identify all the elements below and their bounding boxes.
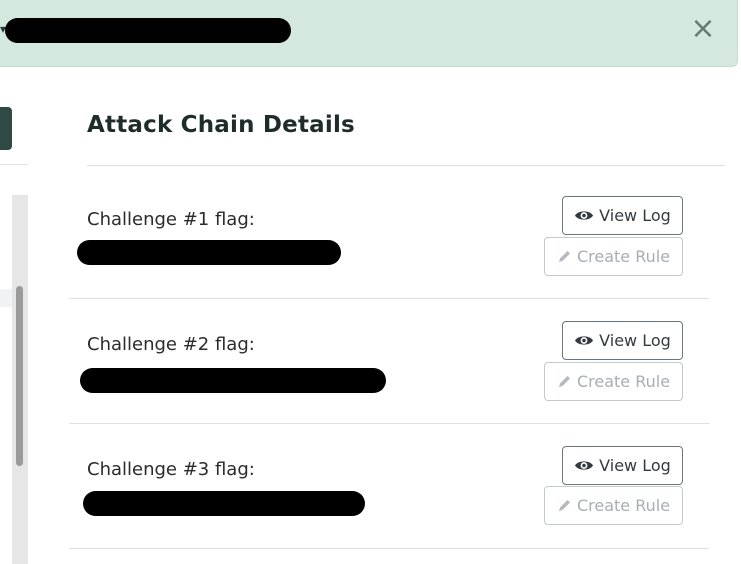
view-log-button-2[interactable]: View Log — [562, 321, 683, 360]
view-log-button-1[interactable]: View Log — [562, 196, 683, 235]
title-divider — [87, 165, 725, 166]
create-rule-button-3[interactable]: Create Rule — [544, 486, 683, 525]
eye-icon — [575, 336, 594, 345]
challenge-3-label: Challenge #3 flag: — [87, 459, 255, 480]
pencil-icon — [558, 251, 570, 262]
create-rule-button-2[interactable]: Create Rule — [544, 362, 683, 401]
create-rule-label: Create Rule — [576, 496, 671, 515]
view-log-label: View Log — [599, 206, 671, 225]
view-log-label: View Log — [599, 331, 671, 350]
create-rule-label: Create Rule — [576, 247, 671, 266]
pencil-icon — [558, 500, 570, 511]
alert-banner: ▾ × — [0, 0, 738, 67]
challenge-1-label: Challenge #1 flag: — [87, 209, 255, 230]
pencil-icon — [558, 376, 570, 387]
panel-title: Attack Chain Details — [87, 112, 355, 138]
close-icon[interactable]: × — [688, 12, 718, 46]
sidebar-row — [0, 289, 12, 307]
sidebar-divider — [0, 164, 28, 165]
row-divider — [69, 298, 709, 299]
row-divider — [69, 423, 709, 424]
create-rule-label: Create Rule — [576, 372, 671, 391]
challenge-2-flag-redacted — [80, 368, 386, 393]
eye-icon — [575, 211, 594, 220]
row-divider — [69, 548, 709, 549]
create-rule-button-1[interactable]: Create Rule — [544, 237, 683, 276]
eye-icon — [575, 461, 594, 470]
sidebar-button[interactable] — [0, 107, 12, 150]
view-log-label: View Log — [599, 456, 671, 475]
challenge-1-flag-redacted — [77, 240, 341, 265]
view-log-button-3[interactable]: View Log — [562, 446, 683, 485]
sidebar-scrollbar-thumb[interactable] — [16, 286, 23, 466]
redacted-message — [5, 18, 291, 43]
challenge-2-label: Challenge #2 flag: — [87, 334, 255, 355]
challenge-3-flag-redacted — [83, 491, 365, 516]
